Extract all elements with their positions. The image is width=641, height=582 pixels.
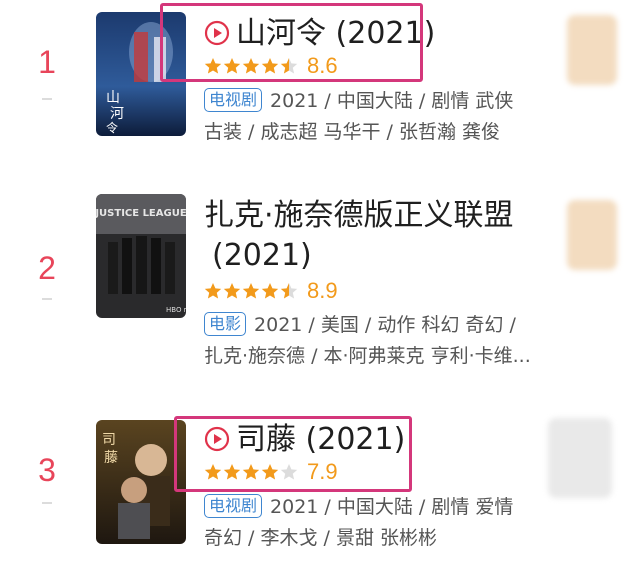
rank-divider	[42, 298, 52, 300]
svg-text:山: 山	[106, 90, 120, 106]
meta-line-2: 古装 / 成志超 马华干 / 张哲瀚 龚俊	[204, 121, 501, 143]
item-title-text: 扎克·施奈德版正义联盟	[204, 198, 514, 233]
type-tag: 电视剧	[204, 494, 263, 518]
score: 8.9	[307, 278, 338, 303]
poster-image[interactable]: 司 藤	[96, 420, 186, 544]
svg-text:令: 令	[106, 120, 118, 135]
poster-image[interactable]: JUSTICE LEAGUE HBO max	[96, 194, 186, 318]
svg-text:JUSTICE LEAGUE: JUSTICE LEAGUE	[96, 208, 186, 219]
item-meta: 电影 2021 / 美国 / 动作 科幻 奇幻 / 扎克·施奈德 / 本·阿弗莱克…	[204, 310, 534, 372]
svg-text:河: 河	[110, 106, 124, 122]
item-meta: 电视剧 2021 / 中国大陆 / 剧情 武侠 古装 / 成志超 马华干 / 张哲…	[204, 86, 534, 148]
type-tag: 电视剧	[204, 88, 263, 112]
item-title-year: (2021)	[212, 238, 312, 273]
meta-line-2: 奇幻 / 李木戈 / 景甜 张彬彬	[204, 527, 438, 549]
star-icon	[280, 283, 298, 299]
rank-number: 2	[38, 250, 56, 286]
svg-text:HBO max: HBO max	[166, 306, 186, 314]
meta-line-1: 2021 / 美国 / 动作 科幻 奇幻 /	[254, 314, 516, 336]
svg-text:司: 司	[102, 432, 116, 448]
blurred-thumbnail	[548, 418, 612, 498]
star-icon	[261, 283, 279, 299]
svg-text:藤: 藤	[104, 450, 118, 466]
item-title[interactable]: 扎克·施奈德版正义联盟 (2021)	[204, 196, 514, 276]
item-meta: 电视剧 2021 / 中国大陆 / 剧情 爱情 奇幻 / 李木戈 / 景甜 张彬彬	[204, 492, 534, 554]
star-icon	[223, 283, 241, 299]
rank-divider	[42, 502, 52, 504]
highlight-box	[160, 3, 423, 82]
star-rating	[204, 282, 299, 300]
blurred-thumbnail	[567, 15, 617, 85]
meta-line-1: 2021 / 中国大陆 / 剧情 爱情	[270, 496, 514, 518]
meta-line-2: 扎克·施奈德 / 本·阿弗莱克 亨利·卡维...	[204, 345, 531, 367]
rank-divider	[42, 98, 52, 100]
meta-line-1: 2021 / 中国大陆 / 剧情 武侠	[270, 90, 514, 112]
blurred-thumbnail	[567, 200, 617, 270]
rank-number: 3	[38, 452, 56, 488]
star-icon	[204, 283, 222, 299]
type-tag: 电影	[204, 312, 247, 336]
star-icon	[242, 283, 260, 299]
rating: 8.9	[204, 277, 338, 305]
highlight-box	[174, 416, 412, 492]
rank-number: 1	[38, 44, 56, 80]
